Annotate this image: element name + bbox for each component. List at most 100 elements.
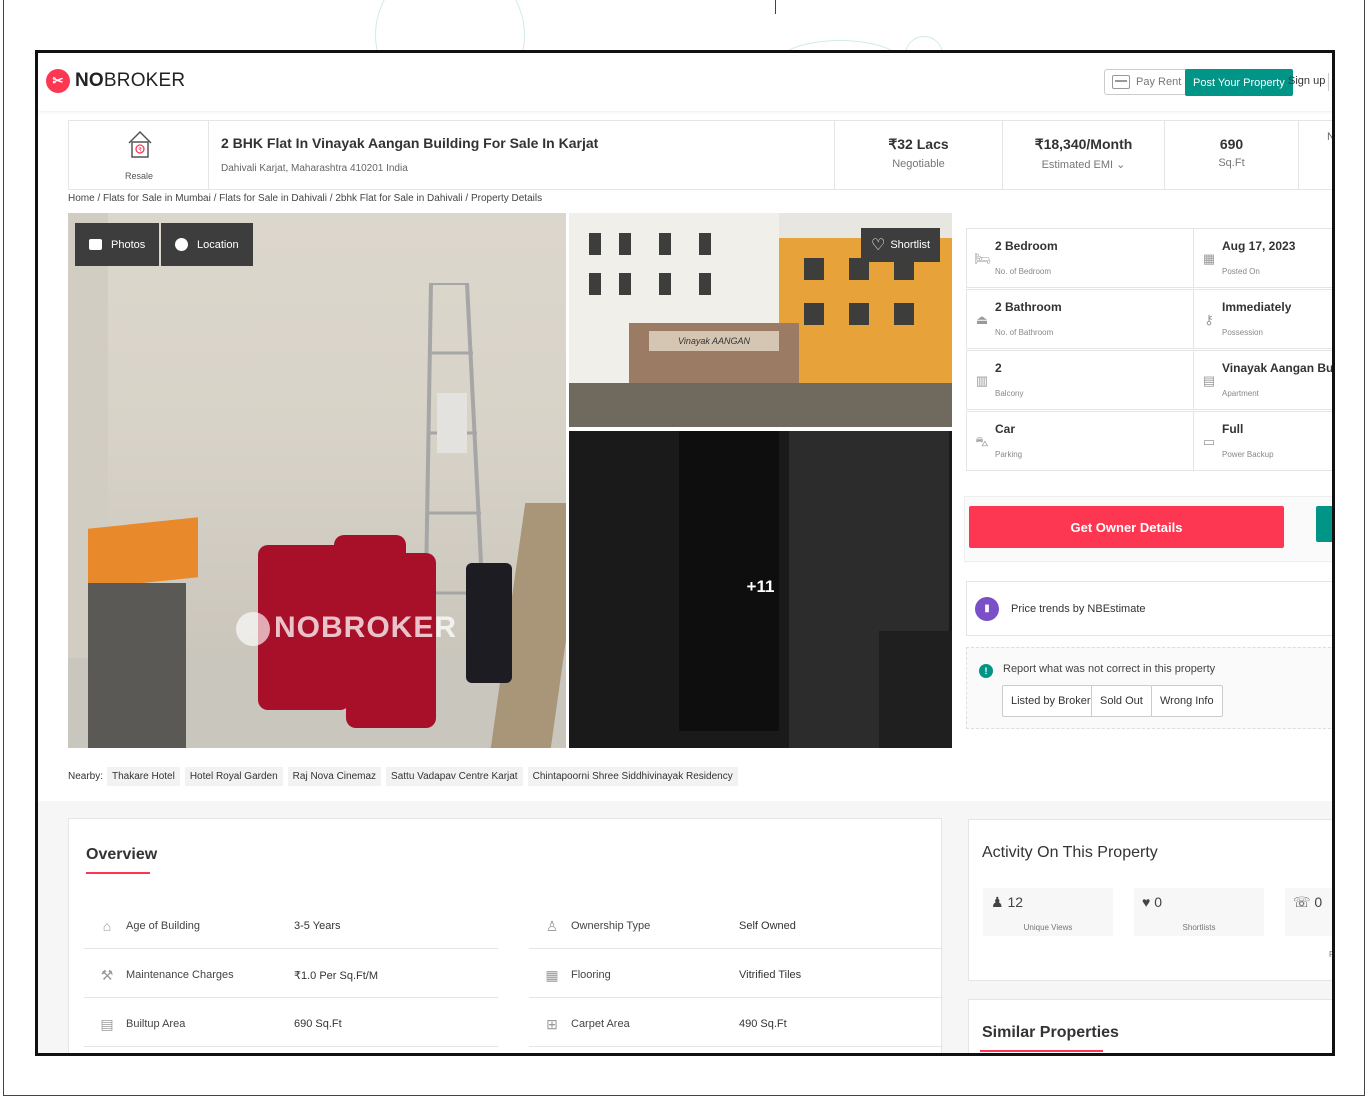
- price-trends-link[interactable]: ▮ Price trends by NBEstimate: [966, 581, 1332, 636]
- property-title-bar: ₹ Resale 2 BHK Flat In Vinayak Aangan Bu…: [68, 120, 1335, 190]
- chart-icon: ▮: [975, 596, 999, 621]
- activity-contacts: ☏ 0: [1285, 888, 1332, 936]
- detail-apartment: ▤ Vinayak Aangan Bu... Apartment: [1193, 350, 1335, 410]
- interior-photo[interactable]: +11: [569, 431, 952, 748]
- overview-row: ♙ Ownership Type Self Owned: [529, 909, 943, 949]
- camera-icon: [89, 239, 102, 250]
- detail-value: 2 Bedroom: [995, 239, 1058, 253]
- property-details-grid: 🛏 2 Bedroom No. of Bedroom ▦ Aug 17, 202…: [966, 228, 1335, 476]
- balcony-icon: ▥: [975, 373, 989, 388]
- detail-value: 2: [995, 361, 1002, 375]
- key-icon: ⚷: [1204, 312, 1214, 327]
- photo-window: [699, 273, 711, 295]
- similar-properties-title: Similar Properties: [982, 1024, 1119, 1041]
- activity-label: Unique Views: [1023, 923, 1073, 932]
- price-stat: ₹32 Lacs Negotiable: [834, 121, 1002, 189]
- more-photos-count[interactable]: +11: [569, 577, 952, 597]
- report-wrong-info-button[interactable]: Wrong Info: [1151, 685, 1223, 717]
- report-sold-out-button[interactable]: Sold Out: [1091, 685, 1152, 717]
- activity-shortlists: ♥ 0 Shortlists: [1134, 888, 1264, 936]
- overview-value: ₹1.0 Per Sq.Ft/M: [294, 970, 379, 982]
- location-label: Location: [197, 238, 239, 251]
- nearby-tag[interactable]: Raj Nova Cinemaz: [287, 766, 382, 786]
- pay-rent-button[interactable]: Pay Rent: [1104, 69, 1190, 95]
- nearby-tag[interactable]: Hotel Royal Garden: [184, 766, 283, 786]
- house-icon: ₹: [128, 130, 152, 158]
- sign-up-link[interactable]: Sign up: [1288, 75, 1325, 87]
- builtup-icon: ▤: [100, 1016, 114, 1032]
- post-property-button[interactable]: Post Your Property: [1185, 69, 1293, 96]
- alert-icon: !: [979, 664, 993, 678]
- nearby-tag[interactable]: Thakare Hotel: [107, 766, 180, 786]
- photos-label: Photos: [111, 238, 146, 251]
- photo-window: [804, 258, 824, 280]
- overview-label: Age of Building: [126, 920, 200, 932]
- overview-label: Carpet Area: [571, 1018, 630, 1030]
- detail-value: Car: [995, 422, 1016, 436]
- overview-value: 690 Sq.Ft: [294, 1018, 342, 1030]
- photo-window: [589, 233, 601, 255]
- outer-divider: [775, 0, 776, 14]
- shortlist-button[interactable]: ♡ Shortlist: [861, 228, 941, 262]
- nearby-tag[interactable]: Sattu Vadapav Centre Karjat: [386, 766, 523, 786]
- detail-label: No. of Bedroom: [995, 267, 1052, 276]
- share-button[interactable]: [1316, 506, 1332, 542]
- photo-window: [699, 233, 711, 255]
- photos-button[interactable]: Photos: [75, 223, 160, 266]
- resale-label: Resale: [124, 171, 153, 181]
- detail-power-backup: ▭ Full Power Backup: [1193, 411, 1332, 471]
- detail-balcony: ▥ 2 Balcony: [966, 350, 1194, 410]
- nearby-tag[interactable]: Chintapoorni Shree Siddhivinayak Residen…: [527, 766, 738, 786]
- building-photo[interactable]: Vinayak AANGAN ♡ Shortlist: [569, 213, 952, 427]
- overview-value: Self Owned: [739, 920, 796, 932]
- property-address: Dahivali Karjat, Maharashtra 410201 Indi…: [221, 163, 408, 174]
- activity-more-label: F: [1329, 950, 1334, 959]
- area-value: 690: [1219, 136, 1244, 152]
- detail-label: Power Backup: [1222, 450, 1274, 459]
- detail-label: Balcony: [995, 389, 1024, 398]
- bed-icon: 🛏: [974, 251, 991, 266]
- heart-icon: ♡: [871, 237, 886, 254]
- report-text: Report what was not correct in this prop…: [1003, 663, 1216, 675]
- nobroker-logo[interactable]: ✂ NOBROKER: [46, 69, 185, 93]
- photo-window: [659, 233, 671, 255]
- overview-value: 490 Sq.Ft: [739, 1018, 787, 1030]
- photo-window: [894, 303, 914, 325]
- activity-section: Activity On This Property ♟ 12 Unique Vi…: [968, 819, 1334, 981]
- photo-window: [849, 303, 869, 325]
- overview-row: ▤ Builtup Area 690 Sq.Ft: [84, 1007, 498, 1047]
- owner-icon: ♙: [545, 918, 559, 934]
- photo-cabinet: [88, 583, 186, 748]
- bathroom-icon: ⏏: [975, 312, 989, 327]
- detail-label: Parking: [995, 450, 1023, 459]
- photo-panel: [879, 631, 952, 748]
- location-button[interactable]: Location: [161, 223, 253, 266]
- detail-posted-on: ▦ Aug 17, 2023 Posted On: [1193, 228, 1332, 288]
- emi-value: ₹18,340/Month: [1034, 136, 1133, 152]
- resale-badge: ₹ Resale: [69, 121, 209, 189]
- overview-value: Vitrified Tiles: [739, 969, 802, 981]
- activity-value: ☏ 0: [1293, 894, 1323, 910]
- breadcrumb[interactable]: Home / Flats for Sale in Mumbai / Flats …: [68, 193, 542, 204]
- photo-ground: [569, 383, 952, 427]
- photo-watermark: NOBROKER: [236, 611, 457, 647]
- detail-value: Aug 17, 2023: [1222, 239, 1296, 253]
- phone-icon: ☏: [1293, 894, 1311, 910]
- emi-sub[interactable]: Estimated EMI ⌄: [1003, 158, 1164, 171]
- overview-title: Overview: [86, 846, 158, 863]
- person-icon: ♟: [991, 894, 1004, 910]
- battery-icon: ▭: [1202, 434, 1216, 449]
- get-owner-details-button[interactable]: Get Owner Details: [969, 506, 1284, 548]
- property-title: 2 BHK Flat In Vinayak Aangan Building Fo…: [221, 135, 599, 151]
- compass-icon: [175, 238, 188, 251]
- detail-value: Full: [1222, 422, 1244, 436]
- photo-window: [619, 233, 631, 255]
- report-listed-by-broker-button[interactable]: Listed by Broker: [1002, 685, 1100, 717]
- photo-window: [619, 273, 631, 295]
- overview-label: Maintenance Charges: [126, 969, 234, 981]
- area-sub: Sq.Ft: [1218, 157, 1245, 169]
- emi-stat[interactable]: ₹18,340/Month Estimated EMI ⌄: [1002, 121, 1164, 189]
- main-photo[interactable]: NOBROKER Photos Location: [68, 213, 566, 748]
- more-stat-label: N: [1327, 131, 1335, 143]
- detail-value: Vinayak Aangan Bu...: [1222, 361, 1335, 375]
